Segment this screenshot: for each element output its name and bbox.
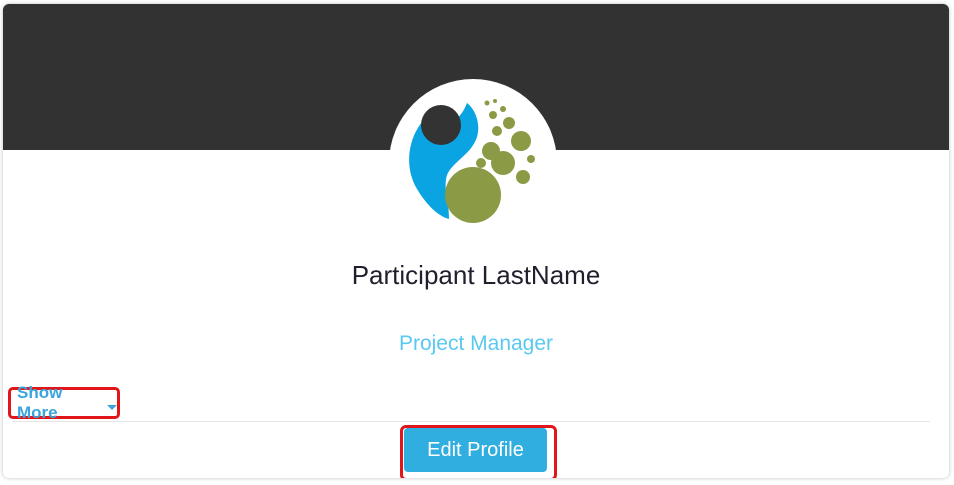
organization-logo-icon — [409, 99, 535, 223]
profile-card: Participant LastName Project Manager Sho… — [3, 4, 949, 478]
edit-profile-button[interactable]: Edit Profile — [404, 428, 547, 472]
show-more-link[interactable]: Show More — [8, 383, 120, 422]
caret-down-icon — [107, 405, 117, 410]
profile-name: Participant LastName — [351, 260, 601, 290]
show-more-label: Show More — [17, 383, 63, 422]
avatar — [389, 79, 557, 247]
profile-role: Project Manager — [398, 332, 554, 355]
divider — [12, 421, 930, 422]
